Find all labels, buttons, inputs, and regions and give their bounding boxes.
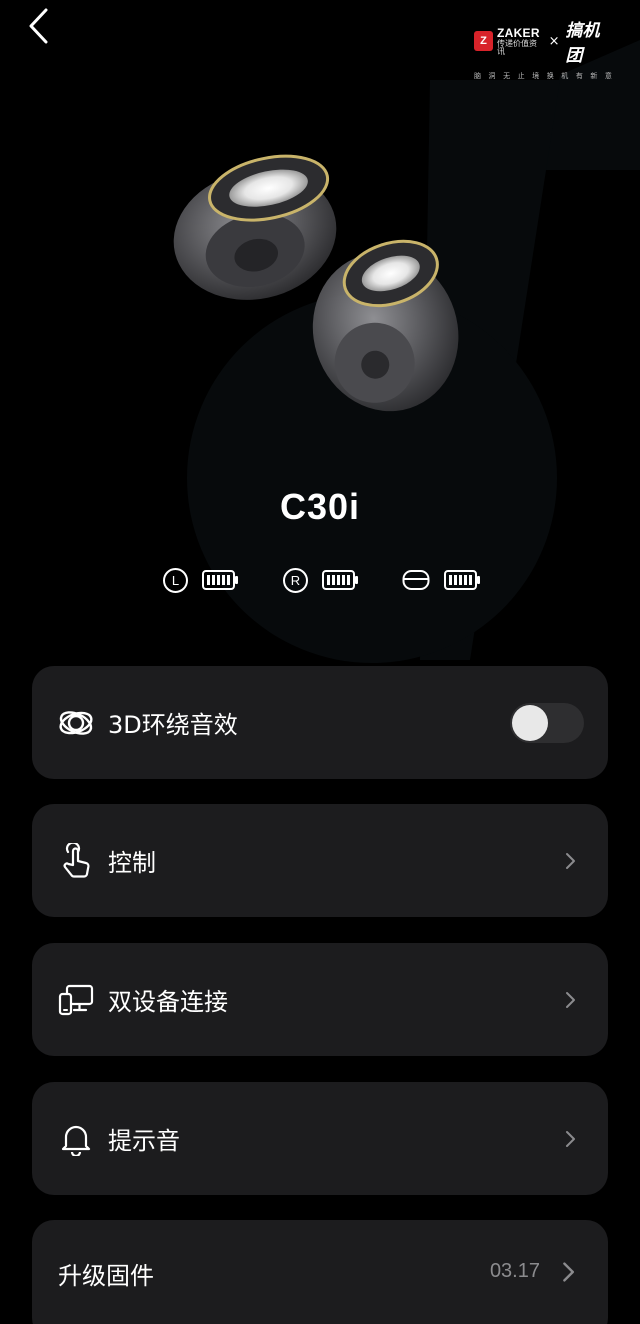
chevron-right-icon: [566, 991, 575, 1008]
right-earbud-badge: R: [283, 567, 308, 593]
bell-icon: [58, 1121, 94, 1157]
dual-device-card[interactable]: 双设备连接: [32, 943, 608, 1056]
device-name: C30i: [279, 486, 361, 527]
watermark-tag: 换: [546, 72, 556, 80]
chevron-right-icon: [566, 1130, 575, 1147]
case-battery: [402, 564, 480, 596]
surround-sound-icon: [58, 705, 94, 741]
touch-gesture-icon: [58, 842, 94, 879]
watermark-tag: 无: [503, 72, 513, 80]
chevron-right-icon: [563, 1262, 574, 1282]
firmware-version: 03.17: [489, 1260, 540, 1282]
battery-full-icon: [444, 570, 480, 590]
watermark: Z ZAKER 传递价值资讯 × 搞机团 脑 洞 无 止 境 换 机 有 新 意: [474, 16, 614, 80]
surround-sound-toggle[interactable]: [510, 702, 584, 743]
watermark-tag: 止: [517, 72, 527, 80]
firmware-upgrade-card[interactable]: 升级固件 03.17: [32, 1220, 608, 1324]
control-card[interactable]: 控制: [32, 804, 608, 917]
zaker-logo-icon: Z: [474, 31, 493, 51]
dual-device-label: 双设备连接: [108, 988, 228, 1016]
prompt-tone-label: 提示音: [108, 1127, 180, 1155]
battery-full-icon: [202, 570, 238, 590]
watermark-tag: 新: [590, 72, 600, 80]
watermark-tag: 境: [532, 72, 542, 80]
control-label: 控制: [108, 849, 156, 877]
watermark-tag: 有: [575, 72, 585, 80]
watermark-tag: 洞: [488, 72, 498, 80]
zaker-name: ZAKER: [497, 25, 540, 40]
right-earbud-battery: R: [283, 564, 358, 596]
watermark-brand: 搞机团: [565, 21, 600, 66]
left-earbud-badge: L: [163, 567, 188, 593]
firmware-upgrade-label: 升级固件: [58, 1262, 154, 1290]
surround-sound-label: 3D环绕音效: [108, 711, 238, 739]
back-button[interactable]: [18, 6, 58, 46]
prompt-tone-card[interactable]: 提示音: [32, 1082, 608, 1195]
watermark-tag: 机: [561, 72, 571, 80]
zaker-subtitle: 传递价值资讯: [497, 38, 537, 56]
battery-status-row: L R: [0, 564, 640, 596]
left-earbud-battery: L: [163, 564, 238, 596]
chevron-right-icon: [566, 852, 575, 869]
watermark-tag: 脑: [474, 72, 483, 80]
chevron-left-icon: [29, 8, 48, 44]
dual-device-icon: [58, 982, 94, 1018]
charging-case-icon: [402, 570, 430, 590]
watermark-times: ×: [548, 33, 560, 49]
watermark-tag: 意: [604, 72, 614, 80]
earbuds-product-image: [173, 154, 459, 412]
toggle-knob: [512, 704, 548, 741]
surround-sound-card: 3D环绕音效: [32, 666, 608, 779]
battery-full-icon: [322, 570, 358, 590]
